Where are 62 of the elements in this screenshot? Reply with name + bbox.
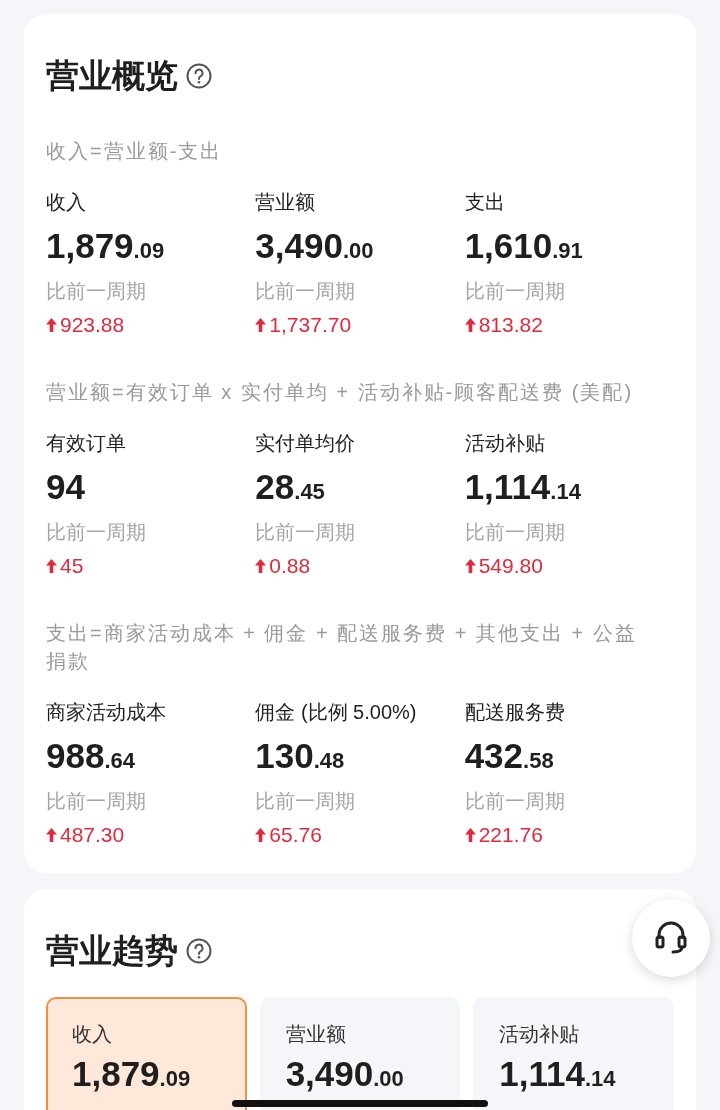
- tile-value: 1,114.14: [499, 1053, 617, 1095]
- compare-label: 比前一周期: [46, 520, 147, 545]
- metric-label: 实付单均价: [255, 431, 357, 456]
- metric-tile[interactable]: 营业额 3,490.00: [259, 997, 461, 1110]
- tile-label: 营业额: [285, 1022, 347, 1047]
- up-arrow-icon: [255, 559, 267, 573]
- up-arrow-icon: [464, 559, 476, 573]
- change-value: 221.76: [478, 822, 543, 849]
- tile-value: 3,490.00: [285, 1053, 405, 1095]
- tile-value: 1,879.09: [72, 1053, 192, 1095]
- metric-value: 94: [46, 466, 86, 508]
- help-icon[interactable]: [186, 63, 212, 89]
- compare-label: 比前一周期: [255, 789, 357, 814]
- change-value: 549.80: [478, 553, 543, 580]
- compare-label: 比前一周期: [46, 789, 147, 814]
- metric-value: 130.48: [255, 735, 346, 777]
- change-value: 65.76: [269, 822, 322, 849]
- up-arrow-icon: [46, 559, 57, 573]
- metric-tile[interactable]: 收入 1,879.09: [46, 997, 247, 1110]
- formula-text: 收入=营业额-支出: [46, 139, 224, 164]
- metric-label: 营业额: [255, 190, 317, 215]
- up-arrow-icon: [255, 318, 267, 332]
- metric-label: 有效订单: [46, 431, 127, 456]
- up-arrow-icon: [464, 828, 476, 842]
- section-title: 营业概览: [46, 56, 178, 96]
- metric-value: 432.58: [464, 735, 555, 777]
- change-value: 1,737.70: [269, 312, 352, 339]
- metric-value: 988.64: [46, 735, 136, 777]
- metric-label: 收入: [46, 190, 87, 215]
- metric-value: 1,879.09: [46, 225, 166, 267]
- tile-label: 活动补贴: [499, 1022, 581, 1047]
- compare-label: 比前一周期: [46, 279, 147, 304]
- metric-value: 28.45: [255, 466, 326, 508]
- compare-label: 比前一周期: [255, 279, 357, 304]
- up-arrow-icon: [46, 828, 57, 842]
- change-value: 45: [60, 553, 84, 580]
- metric-value: 3,490.00: [255, 225, 375, 267]
- metric-label: 支出: [464, 190, 506, 215]
- metric-tile[interactable]: 活动补贴 1,114.14: [473, 997, 674, 1110]
- compare-label: 比前一周期: [464, 520, 566, 545]
- up-arrow-icon: [46, 318, 57, 332]
- tile-label: 收入: [72, 1022, 113, 1047]
- compare-label: 比前一周期: [464, 789, 566, 814]
- up-arrow-icon: [255, 828, 267, 842]
- metric-label: 活动补贴: [464, 431, 546, 456]
- help-icon[interactable]: [186, 938, 212, 964]
- change-value: 0.88: [269, 553, 311, 580]
- change-value: 923.88: [60, 312, 125, 339]
- compare-label: 比前一周期: [464, 279, 566, 304]
- support-button[interactable]: [632, 899, 710, 977]
- formula-text: 支出=商家活动成本 + 佣金 + 配送服务费 + 其他支出 + 公益捐款: [46, 621, 638, 674]
- formula-text: 营业额=有效订单 x 实付单均 + 活动补贴-顾客配送费 (美配): [46, 380, 635, 405]
- compare-label: 比前一周期: [255, 520, 357, 545]
- metric-value: 1,610.91: [464, 225, 584, 267]
- change-value: 487.30: [60, 822, 125, 849]
- metric-value: 1,114.14: [464, 466, 582, 508]
- section-title: 营业趋势: [46, 931, 178, 971]
- up-arrow-icon: [464, 318, 476, 332]
- change-value: 813.82: [478, 312, 543, 339]
- metric-label: 佣金 (比例 5.00%): [255, 700, 418, 725]
- metric-label: 商家活动成本: [46, 700, 167, 725]
- metric-label: 配送服务费: [464, 700, 566, 725]
